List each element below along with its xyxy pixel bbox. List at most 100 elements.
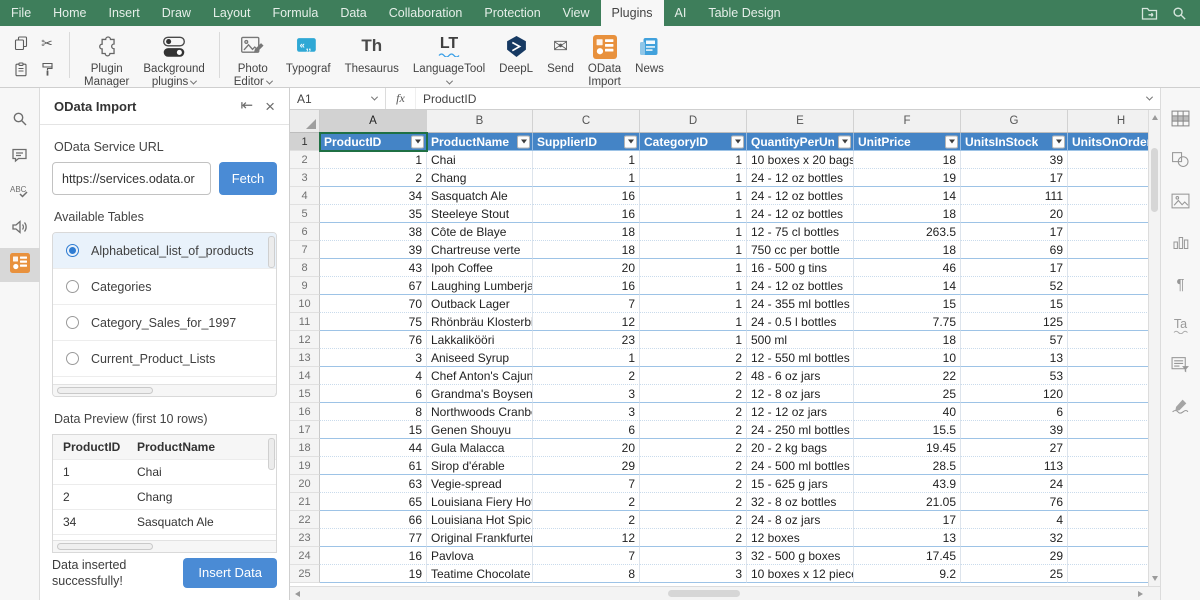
row-header-7[interactable]: 7 <box>290 241 320 259</box>
cell-C13[interactable]: 1 <box>533 349 640 367</box>
cell-G7[interactable]: 69 <box>961 241 1068 259</box>
rail-item-comments[interactable] <box>0 140 40 174</box>
filter-button-C[interactable] <box>624 135 637 148</box>
cell-G9[interactable]: 52 <box>961 277 1068 295</box>
cell-D6[interactable]: 1 <box>640 223 747 241</box>
rail-item-textart-settings[interactable]: Ta <box>1161 311 1200 341</box>
tab-protection[interactable]: Protection <box>473 0 551 26</box>
scroll-left-icon[interactable] <box>295 591 300 597</box>
cell-H14[interactable] <box>1068 367 1160 385</box>
chevron-down-icon[interactable] <box>371 94 378 101</box>
cell-B20[interactable]: Vegie-spread <box>427 475 533 493</box>
cell-C18[interactable]: 20 <box>533 439 640 457</box>
column-header-E[interactable]: E <box>747 110 854 132</box>
cut-icon[interactable]: ✂ <box>34 31 60 57</box>
cell-F17[interactable]: 15.5 <box>854 421 961 439</box>
column-header-H[interactable]: H <box>1068 110 1160 132</box>
cell-D7[interactable]: 1 <box>640 241 747 259</box>
cell-B19[interactable]: Sirop d'érable <box>427 457 533 475</box>
cell-D25[interactable]: 3 <box>640 565 747 583</box>
cell-A20[interactable]: 63 <box>320 475 427 493</box>
cell-E20[interactable]: 15 - 625 g jars <box>747 475 854 493</box>
tab-formula[interactable]: Formula <box>261 0 329 26</box>
cell-C2[interactable]: 1 <box>533 151 640 169</box>
cell-F22[interactable]: 17 <box>854 511 961 529</box>
select-all-corner[interactable] <box>290 110 320 132</box>
format-painter-icon[interactable] <box>34 57 60 83</box>
cell-H20[interactable] <box>1068 475 1160 493</box>
search-icon[interactable] <box>1164 6 1194 21</box>
cell-C6[interactable]: 18 <box>533 223 640 241</box>
cell-C9[interactable]: 16 <box>533 277 640 295</box>
cell-F6[interactable]: 263.5 <box>854 223 961 241</box>
photo-editor-button[interactable]: PhotoEditor <box>234 32 272 90</box>
cell-H11[interactable] <box>1068 313 1160 331</box>
cell-G8[interactable]: 17 <box>961 259 1068 277</box>
cell-E13[interactable]: 12 - 550 ml bottles <box>747 349 854 367</box>
cell-H5[interactable] <box>1068 205 1160 223</box>
tab-collaboration[interactable]: Collaboration <box>378 0 474 26</box>
row-header-18[interactable]: 18 <box>290 439 320 457</box>
cell-D1[interactable]: CategoryID <box>640 133 747 151</box>
cell-G22[interactable]: 4 <box>961 511 1068 529</box>
cell-F9[interactable]: 14 <box>854 277 961 295</box>
cell-B14[interactable]: Chef Anton's Cajun Seasoning <box>427 367 533 385</box>
scroll-right-icon[interactable] <box>1138 591 1143 597</box>
horizontal-scroll-thumb[interactable] <box>668 590 740 597</box>
cell-G5[interactable]: 20 <box>961 205 1068 223</box>
cell-D15[interactable]: 2 <box>640 385 747 403</box>
vertical-scroll-thumb[interactable] <box>1151 148 1158 212</box>
row-header-20[interactable]: 20 <box>290 475 320 493</box>
cell-H10[interactable] <box>1068 295 1160 313</box>
cell-A11[interactable]: 75 <box>320 313 427 331</box>
deepl-button[interactable]: DeepL <box>499 32 533 77</box>
cell-G10[interactable]: 15 <box>961 295 1068 313</box>
cell-E8[interactable]: 16 - 500 g tins <box>747 259 854 277</box>
cell-H8[interactable] <box>1068 259 1160 277</box>
cell-H17[interactable] <box>1068 421 1160 439</box>
cell-D17[interactable]: 2 <box>640 421 747 439</box>
cell-D22[interactable]: 2 <box>640 511 747 529</box>
filter-button-E[interactable] <box>838 135 851 148</box>
cell-D9[interactable]: 1 <box>640 277 747 295</box>
cell-H4[interactable] <box>1068 187 1160 205</box>
filter-button-A[interactable] <box>411 135 424 148</box>
cell-C19[interactable]: 29 <box>533 457 640 475</box>
row-header-15[interactable]: 15 <box>290 385 320 403</box>
cell-B16[interactable]: Northwoods Cranberry Sauce <box>427 403 533 421</box>
thesaurus-button[interactable]: ThThesaurus <box>345 32 399 77</box>
cell-D12[interactable]: 1 <box>640 331 747 349</box>
cell-F4[interactable]: 14 <box>854 187 961 205</box>
cell-E14[interactable]: 48 - 6 oz jars <box>747 367 854 385</box>
cell-B6[interactable]: Côte de Blaye <box>427 223 533 241</box>
cell-H21[interactable] <box>1068 493 1160 511</box>
column-header-C[interactable]: C <box>533 110 640 132</box>
cell-B13[interactable]: Aniseed Syrup <box>427 349 533 367</box>
cell-D11[interactable]: 1 <box>640 313 747 331</box>
cell-B22[interactable]: Louisiana Hot Spiced Okra <box>427 511 533 529</box>
cell-B12[interactable]: Lakkalikööri <box>427 331 533 349</box>
cell-E19[interactable]: 24 - 500 ml bottles <box>747 457 854 475</box>
cell-D21[interactable]: 2 <box>640 493 747 511</box>
cell-D2[interactable]: 1 <box>640 151 747 169</box>
cell-D14[interactable]: 2 <box>640 367 747 385</box>
cell-G24[interactable]: 29 <box>961 547 1068 565</box>
cell-G11[interactable]: 125 <box>961 313 1068 331</box>
cell-D24[interactable]: 3 <box>640 547 747 565</box>
send-button[interactable]: ✉Send <box>547 32 574 77</box>
cell-B17[interactable]: Genen Shouyu <box>427 421 533 439</box>
cell-A17[interactable]: 15 <box>320 421 427 439</box>
cell-E1[interactable]: QuantityPerUnit <box>747 133 854 151</box>
scroll-up-icon[interactable] <box>1152 115 1158 120</box>
cell-A15[interactable]: 6 <box>320 385 427 403</box>
cell-A12[interactable]: 76 <box>320 331 427 349</box>
row-header-1[interactable]: 1 <box>290 133 320 151</box>
tables-list-scroll-thumb[interactable] <box>268 236 275 268</box>
row-header-24[interactable]: 24 <box>290 547 320 565</box>
rail-item-signature-settings[interactable] <box>1161 393 1200 423</box>
cell-F13[interactable]: 10 <box>854 349 961 367</box>
cell-H16[interactable] <box>1068 403 1160 421</box>
formula-input[interactable]: ProductID <box>416 88 1138 109</box>
cell-C17[interactable]: 6 <box>533 421 640 439</box>
cell-B10[interactable]: Outback Lager <box>427 295 533 313</box>
